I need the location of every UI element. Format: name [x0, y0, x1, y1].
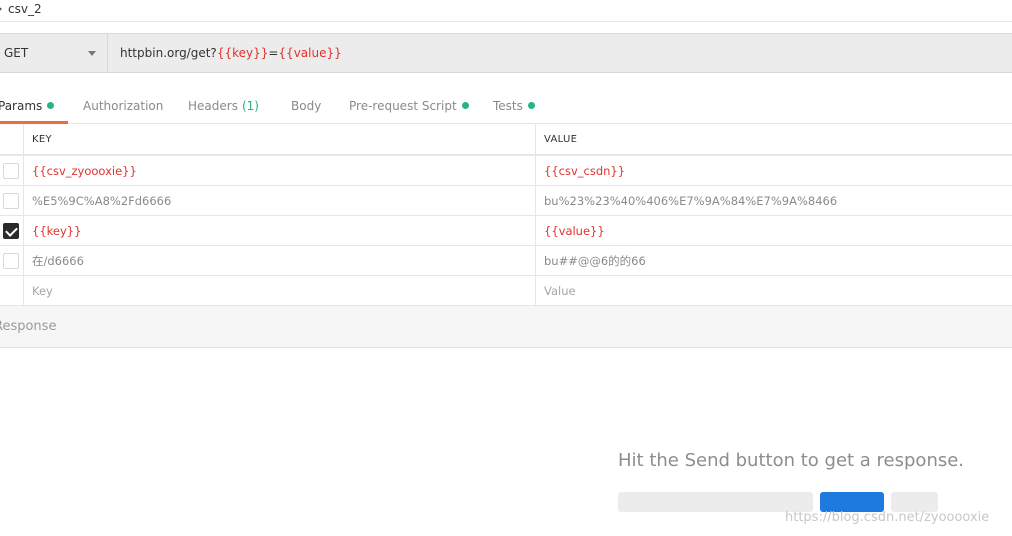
new-value-input[interactable]: Value: [536, 276, 1012, 306]
empty-response-message: Hit the Send button to get a response.: [618, 450, 965, 471]
table-row: %E5%9C%A8%2Fd6666 bu%23%23%40%406%E7%9A%…: [0, 186, 1012, 216]
value-column-header: VALUE: [544, 134, 578, 145]
tab-pre-request-script[interactable]: Pre-request Script: [349, 99, 469, 124]
url-variable-value: {{value}}: [278, 46, 342, 60]
placeholder-send-illustration: [820, 492, 884, 512]
tab-params-label: Params: [0, 99, 43, 113]
param-key[interactable]: %E5%9C%A8%2Fd6666: [24, 186, 536, 216]
url-input[interactable]: httpbin.org/get?{{key}}={{value}}: [120, 46, 342, 60]
param-value[interactable]: {{value}}: [536, 216, 1012, 246]
checkbox-cell: [0, 186, 24, 216]
url-base: httpbin.org/get?: [120, 46, 217, 60]
tab-params[interactable]: Params: [0, 99, 68, 124]
checkbox-cell: [0, 156, 24, 186]
tab-headers-label: Headers: [188, 99, 238, 113]
tab-headers[interactable]: Headers (1): [188, 99, 259, 124]
table-row: {{csv_zyoooxie}} {{csv_csdn}}: [0, 156, 1012, 186]
params-table: KEY VALUE {{csv_zyoooxie}} {{csv_csdn}} …: [0, 124, 1012, 306]
chevron-down-icon: [88, 51, 96, 56]
param-key[interactable]: {{csv_zyoooxie}}: [24, 156, 536, 186]
placeholder-bar-illustration: [618, 492, 813, 512]
response-section-header: Response: [0, 306, 1012, 348]
watermark: https://blog.csdn.net/zyooooxie: [785, 510, 990, 525]
param-value[interactable]: bu%23%23%40%406%E7%9A%84%E7%9A%8466: [536, 186, 1012, 216]
param-key[interactable]: {{key}}: [24, 216, 536, 246]
tab-tests[interactable]: Tests: [493, 99, 535, 124]
request-bar: GET httpbin.org/get?{{key}}={{value}}: [0, 33, 1012, 73]
param-value[interactable]: {{csv_csdn}}: [536, 156, 1012, 186]
params-header-row: KEY VALUE: [0, 124, 1012, 156]
tab-body[interactable]: Body: [291, 99, 321, 124]
tab-authorization[interactable]: Authorization: [83, 99, 163, 124]
new-param-row: Key Value: [0, 276, 1012, 306]
placeholder-bar-illustration: [891, 492, 938, 512]
row-checkbox[interactable]: [3, 163, 19, 179]
request-tabs: Params Authorization Headers (1) Body Pre…: [0, 92, 1012, 124]
row-checkbox[interactable]: [3, 253, 19, 269]
method-select[interactable]: GET: [0, 34, 108, 72]
row-checkbox-checked[interactable]: [3, 223, 19, 239]
header-checkbox-cell: [0, 124, 24, 156]
tab-params-dot-icon: [47, 102, 55, 109]
row-checkbox[interactable]: [3, 193, 19, 209]
table-row: {{key}} {{value}}: [0, 216, 1012, 246]
table-row: 在/d6666 bu##@@6的的66: [0, 246, 1012, 276]
request-name[interactable]: csv_2: [8, 2, 42, 16]
response-label: Response: [0, 319, 57, 334]
key-column-header: KEY: [24, 124, 536, 156]
tab-headers-count: (1): [241, 99, 259, 113]
tab-tests-dot-icon: [527, 102, 535, 109]
checkbox-cell: [0, 276, 24, 306]
new-key-input[interactable]: Key: [24, 276, 536, 306]
checkbox-cell: [0, 216, 24, 246]
tab-authorization-label: Authorization: [83, 99, 164, 113]
tab-tests-label: Tests: [493, 99, 523, 113]
collapse-caret-icon[interactable]: [0, 5, 2, 13]
tab-pre-request-script-label: Pre-request Script: [349, 99, 457, 113]
request-title-bar: csv_2: [0, 0, 1012, 22]
param-value[interactable]: bu##@@6的的66: [536, 246, 1012, 276]
url-equals: =: [268, 46, 279, 60]
method-label: GET: [4, 46, 29, 60]
param-key[interactable]: 在/d6666: [24, 246, 536, 276]
checkbox-cell: [0, 246, 24, 276]
tab-body-label: Body: [291, 99, 322, 113]
url-variable-key: {{key}}: [216, 46, 269, 60]
tab-pre-request-dot-icon: [461, 102, 469, 109]
